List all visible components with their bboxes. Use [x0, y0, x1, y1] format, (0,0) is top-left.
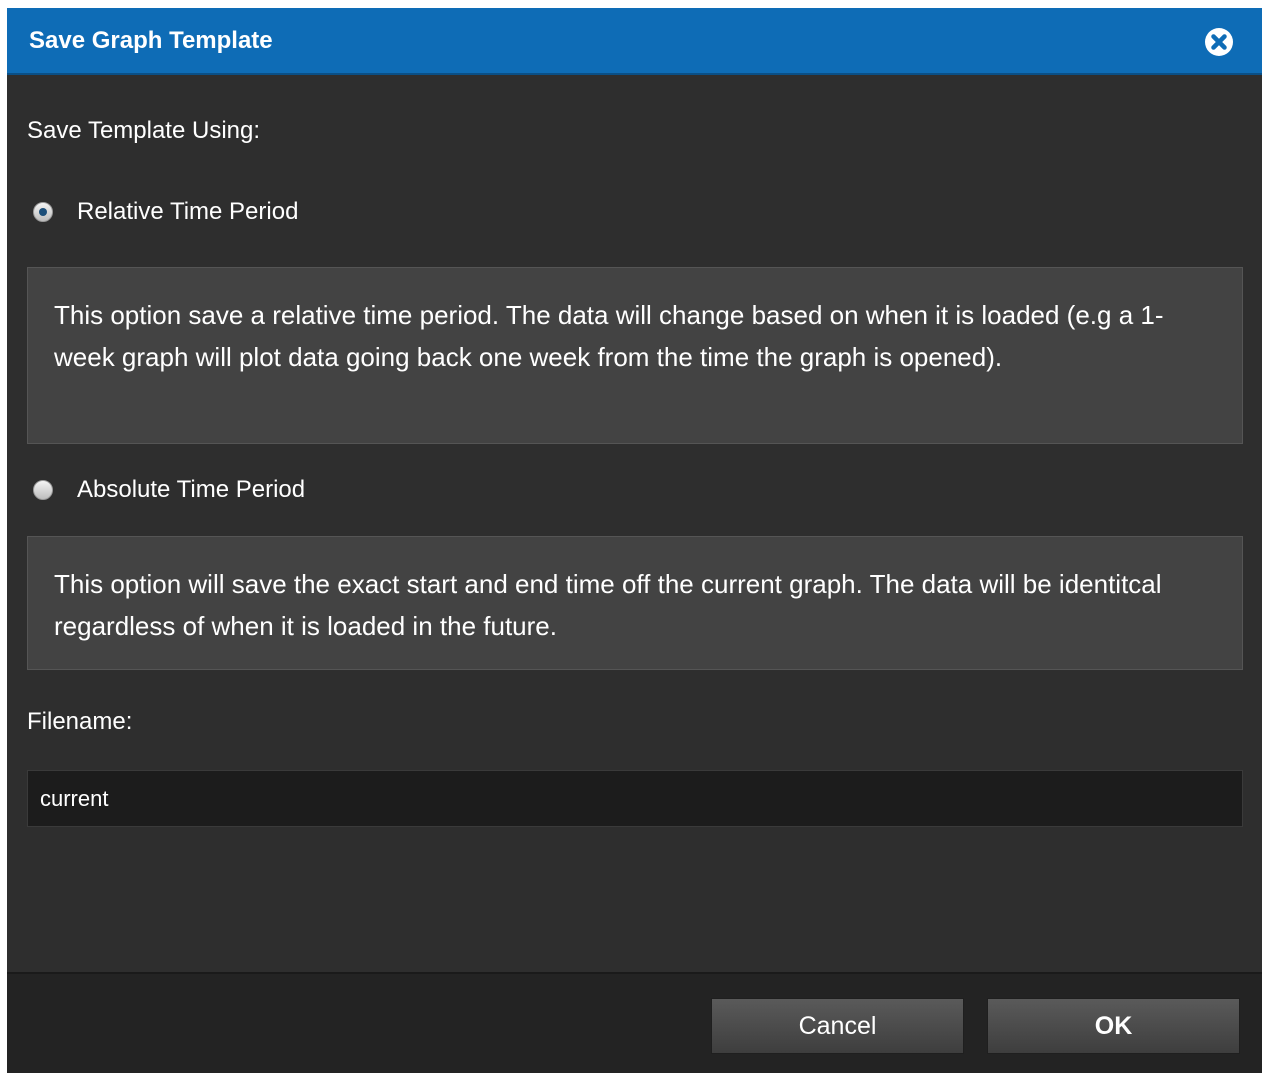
ok-button[interactable]: OK [987, 998, 1240, 1054]
dialog-footer: Cancel OK [7, 972, 1262, 1073]
close-icon[interactable] [1204, 27, 1234, 57]
absolute-time-period-description: This option will save the exact start an… [27, 536, 1243, 670]
dialog-content: Save Template Using: Relative Time Perio… [7, 75, 1262, 972]
save-graph-template-dialog: Save Graph Template Save Template Using:… [7, 8, 1262, 1073]
relative-time-period-radio[interactable] [33, 202, 53, 222]
cancel-button[interactable]: Cancel [711, 998, 964, 1054]
dialog-title: Save Graph Template [29, 27, 273, 54]
filename-input[interactable] [27, 770, 1243, 827]
radio-selected-dot [39, 208, 47, 216]
absolute-time-period-radio[interactable] [33, 480, 53, 500]
save-using-label: Save Template Using: [27, 117, 261, 144]
relative-time-period-description: This option save a relative time period.… [27, 267, 1243, 444]
filename-label: Filename: [27, 708, 133, 735]
dialog-titlebar: Save Graph Template [7, 8, 1262, 75]
absolute-time-period-label[interactable]: Absolute Time Period [77, 475, 305, 505]
relative-time-period-label[interactable]: Relative Time Period [77, 197, 298, 227]
